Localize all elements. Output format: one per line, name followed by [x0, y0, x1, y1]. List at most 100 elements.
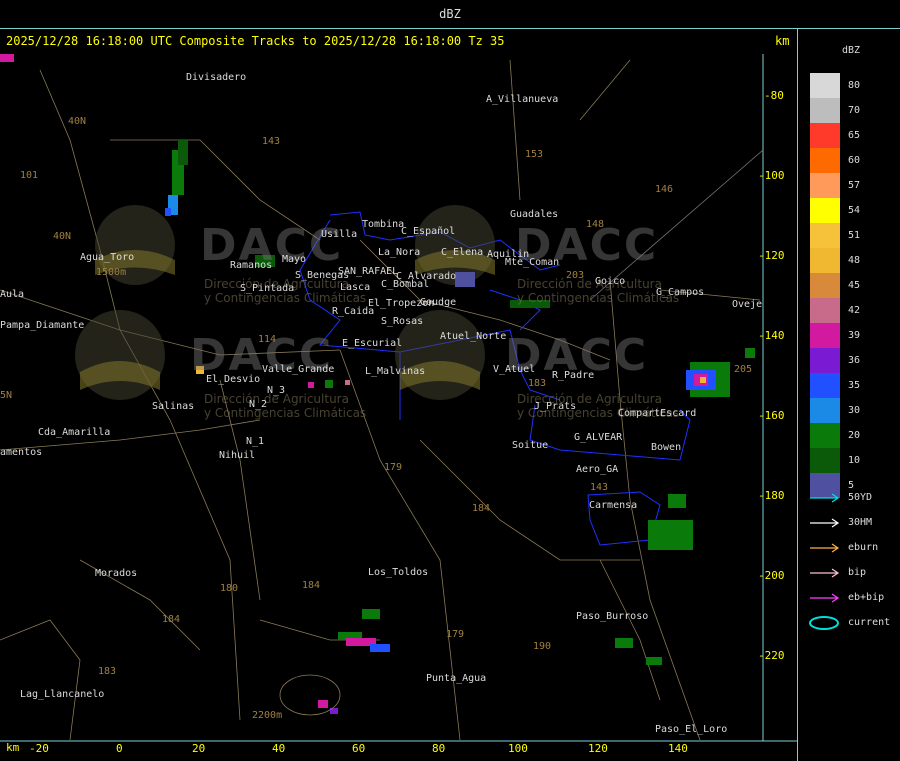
place-label: amentos: [0, 447, 43, 458]
place-label: Tombina: [362, 219, 405, 230]
current-ellipse-icon: [809, 616, 839, 630]
place-label: Agua_Toro: [80, 252, 135, 263]
elevation-label: 1500m: [96, 267, 127, 278]
colorbar-swatch: [810, 123, 840, 148]
colorbar-label: 20: [848, 429, 861, 441]
x-tick: 60: [352, 742, 366, 755]
place-label: Pampa_Diamante: [0, 320, 85, 331]
place-label: Aula: [0, 289, 25, 300]
elevation-label: 184: [472, 503, 491, 514]
place-label: La_Nora: [378, 247, 421, 258]
place-label: N_1: [246, 436, 265, 447]
place-label: Paso_Burroso: [576, 611, 649, 622]
y-tick: -220: [758, 649, 785, 662]
colorbar-swatch: [810, 73, 840, 98]
place-label: Bowen: [651, 442, 682, 453]
track-legend-label: current: [848, 617, 891, 628]
colorbar-swatch: [810, 223, 840, 248]
elevation-label: 101: [20, 170, 39, 181]
elevation-label: 2200m: [252, 710, 283, 721]
place-label: Ramanos: [230, 260, 273, 271]
colorbar-swatch: [810, 273, 840, 298]
place-label: Los_Toldos: [368, 567, 429, 578]
track-legend-label: bip: [848, 567, 867, 578]
place-label: N_3: [267, 385, 286, 396]
place-label: Morados: [95, 568, 138, 579]
y-tick: -120: [758, 249, 785, 262]
place-label: Salinas: [152, 401, 195, 412]
place-label: Goico: [595, 276, 626, 287]
place-label: C_Alvarado: [396, 271, 457, 282]
track-legend-label: eb+bip: [848, 592, 885, 603]
track-legend-label: eburn: [848, 542, 879, 553]
colorbar-swatch: [810, 248, 840, 273]
colorbar-label: 10: [848, 454, 861, 466]
track-arrow-icon: [810, 518, 840, 528]
y-tick: -200: [758, 569, 785, 582]
legend-title: dBZ: [842, 45, 861, 56]
elevation-label: 203: [566, 270, 585, 281]
colorbar-label: 42: [848, 304, 861, 316]
colorbar-label: 45: [848, 279, 861, 291]
x-tick: 100: [508, 742, 528, 755]
place-label: J_Prats: [534, 401, 577, 412]
track-legend-label: 50YD: [848, 492, 873, 503]
place-label: N_2: [249, 399, 268, 410]
place-label: Goudge: [420, 297, 457, 308]
elevation-label: 143: [262, 136, 281, 147]
place-label: S_Pintada: [240, 283, 295, 294]
place-label: Lag_Llancanelo: [20, 689, 105, 700]
elevation-label: 146: [655, 184, 674, 195]
elevation-label: 179: [384, 462, 403, 473]
place-label: El_Desvio: [206, 374, 261, 385]
track-arrow-icon: [810, 568, 840, 578]
track-legend-label: 30HM: [848, 517, 873, 528]
y-tick: -80: [764, 89, 784, 102]
colorbar-swatch: [810, 298, 840, 323]
colorbar-swatch: [810, 348, 840, 373]
place-label: G_ALVEAR: [574, 432, 623, 443]
x-tick: -20: [29, 742, 49, 755]
y-tick: -140: [758, 329, 785, 342]
x-tick: 140: [668, 742, 688, 755]
place-label: C_Elena: [441, 247, 484, 258]
colorbar-label: 36: [848, 354, 861, 366]
colorbar-label: 35: [848, 379, 861, 391]
colorbar-label: 51: [848, 229, 861, 241]
colorbar-label: 80: [848, 79, 861, 91]
colorbar-label: 65: [848, 129, 861, 141]
colorbar-swatch: [810, 398, 840, 423]
colorbar-label: 70: [848, 104, 861, 116]
colorbar-swatch: [810, 373, 840, 398]
place-label: A_Villanueva: [486, 94, 559, 105]
elevation-label: 40N: [53, 231, 72, 242]
place-label: Mayo: [282, 254, 307, 265]
product-title: dBZ: [0, 0, 900, 29]
place-label: S_Rosas: [381, 316, 424, 327]
x-tick: 80: [432, 742, 446, 755]
x-tick: 40: [272, 742, 286, 755]
place-label: SAN_RAFAEL: [338, 266, 399, 277]
elevation-label: 180: [220, 583, 239, 594]
colorbar-swatch: [810, 198, 840, 223]
place-label: Valle_Grande: [262, 364, 335, 375]
colorbar-swatch: [810, 423, 840, 448]
place-label: Atuel_Norte: [440, 331, 507, 342]
elevation-label: 205: [734, 364, 753, 375]
colorbar-swatch: [810, 323, 840, 348]
place-label: Carmensa: [589, 500, 638, 511]
watermark-line: Dirección de Agricultura y Contingencias …: [204, 392, 367, 420]
x-tick: 0: [116, 742, 123, 755]
place-label: Oveje: [732, 299, 763, 310]
place-label: Divisadero: [186, 72, 247, 83]
colorbar-label: 5: [848, 479, 855, 491]
elevation-label: 183: [98, 666, 117, 677]
elevation-label: 183: [528, 378, 547, 389]
x-tick: 120: [588, 742, 608, 755]
elevation-label: 143: [590, 482, 609, 493]
place-label: Paso_El_Loro: [655, 724, 728, 735]
elevation-label: 5N: [0, 390, 13, 401]
colorbar-label: 54: [848, 204, 861, 216]
place-label: Aero_GA: [576, 464, 619, 475]
place-label: R_Padre: [552, 370, 595, 381]
